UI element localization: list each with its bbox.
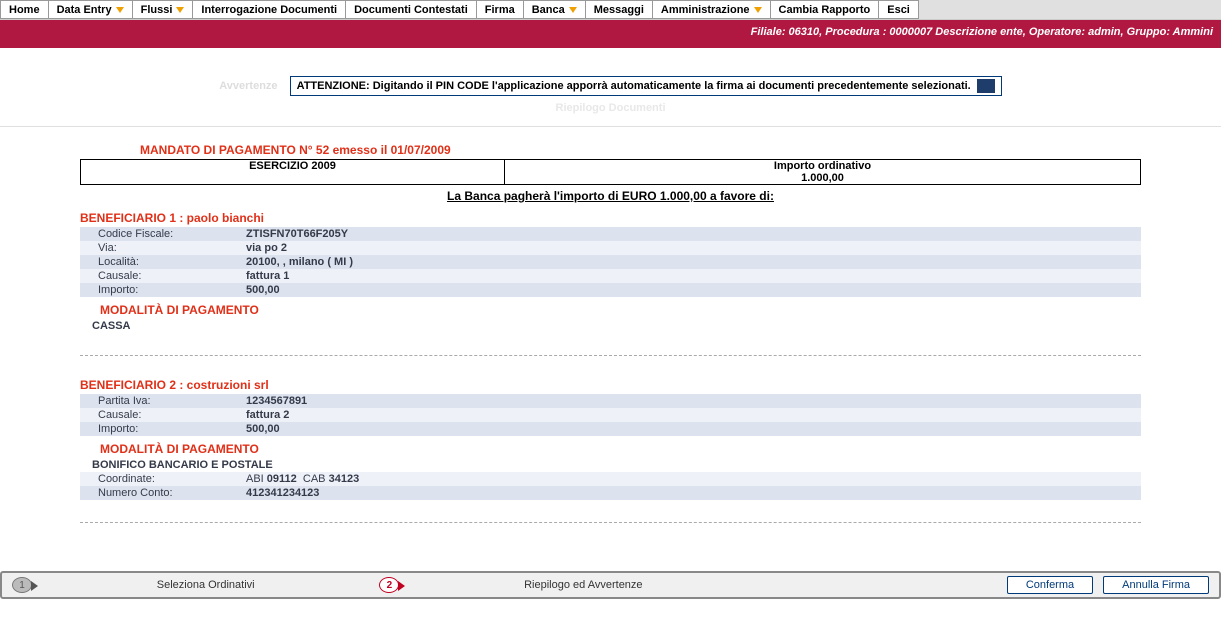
cancel-button[interactable]: Annulla Firma bbox=[1103, 576, 1209, 594]
modalita-pagamento-1: CASSA bbox=[80, 319, 1141, 333]
menu-data-entry[interactable]: Data Entry bbox=[49, 0, 133, 19]
divider bbox=[0, 126, 1221, 127]
info-icon bbox=[977, 79, 995, 93]
menu-esci[interactable]: Esci bbox=[879, 0, 919, 19]
main-menubar: Home Data Entry Flussi Interrogazione Do… bbox=[0, 0, 1221, 20]
menu-flussi[interactable]: Flussi bbox=[133, 0, 194, 19]
step-2-badge: 2 bbox=[379, 577, 399, 593]
row-localita: Località:20100, , milano ( MI ) bbox=[80, 255, 1141, 269]
chevron-down-icon bbox=[754, 7, 762, 13]
alert-text: ATTENZIONE: Digitando il PIN CODE l'appl… bbox=[297, 80, 971, 92]
alert-label: Avvertenze bbox=[219, 80, 277, 92]
menu-messaggi[interactable]: Messaggi bbox=[586, 0, 653, 19]
beneficiario-1-header: BENEFICIARIO 1 : paolo bianchi bbox=[80, 211, 1141, 225]
menu-documenti-contestati[interactable]: Documenti Contestati bbox=[346, 0, 477, 19]
confirm-button[interactable]: Conferma bbox=[1007, 576, 1093, 594]
row-partita-iva: Partita Iva:1234567891 bbox=[80, 394, 1141, 408]
row-importo-2: Importo:500,00 bbox=[80, 422, 1141, 436]
menu-home[interactable]: Home bbox=[0, 0, 49, 19]
step-1[interactable]: 1 bbox=[12, 577, 32, 593]
step-2[interactable]: 2 bbox=[379, 577, 399, 593]
dashed-separator-bottom bbox=[80, 522, 1141, 523]
alert-row: Avvertenze ATTENZIONE: Digitando il PIN … bbox=[0, 76, 1221, 96]
beneficiario-1-details: Codice Fiscale:ZTISFN70T66F205Y Via:via … bbox=[80, 227, 1141, 297]
modalita-pagamento-2: BONIFICO BANCARIO E POSTALE Coordinate: … bbox=[80, 458, 1141, 500]
beneficiario-2-header: BENEFICIARIO 2 : costruzioni srl bbox=[80, 378, 1141, 392]
chevron-down-icon bbox=[569, 7, 577, 13]
alert-box: ATTENZIONE: Digitando il PIN CODE l'appl… bbox=[290, 76, 1002, 96]
menu-firma[interactable]: Firma bbox=[477, 0, 524, 19]
chevron-down-icon bbox=[116, 7, 124, 13]
dashed-separator bbox=[80, 355, 1141, 356]
menu-banca[interactable]: Banca bbox=[524, 0, 586, 19]
row-codice-fiscale: Codice Fiscale:ZTISFN70T66F205Y bbox=[80, 227, 1141, 241]
row-numero-conto: Numero Conto:412341234123 bbox=[80, 486, 1141, 500]
header-status-strip: Filiale: 06310, Procedura : 0000007 Desc… bbox=[0, 20, 1221, 48]
step-1-badge: 1 bbox=[12, 577, 32, 593]
row-importo: Importo:500,00 bbox=[80, 283, 1141, 297]
modalita-pagamento-1-header: MODALITÀ DI PAGAMENTO bbox=[100, 303, 1141, 317]
step-2-label: Riepilogo ed Avvertenze bbox=[524, 579, 642, 591]
beneficiario-2-details: Partita Iva:1234567891 Causale:fattura 2… bbox=[80, 394, 1141, 436]
importo-cell: Importo ordinativo 1.000,00 bbox=[505, 160, 1141, 185]
row-coordinate: Coordinate: ABI 09112 CAB 34123 bbox=[80, 472, 1141, 486]
header-status-text: Filiale: 06310, Procedura : 0000007 Desc… bbox=[751, 26, 1213, 38]
chevron-down-icon bbox=[176, 7, 184, 13]
row-causale: Causale:fattura 1 bbox=[80, 269, 1141, 283]
row-via: Via:via po 2 bbox=[80, 241, 1141, 255]
mandato-title: MANDATO DI PAGAMENTO N° 52 emesso il 01/… bbox=[140, 143, 1141, 157]
footer-steps: 1 Seleziona Ordinativi 2 Riepilogo ed Av… bbox=[0, 571, 1221, 599]
esercizio-cell: ESERCIZIO 2009 bbox=[81, 160, 505, 185]
subheading-dim: Riepilogo Documenti bbox=[0, 102, 1221, 114]
menu-interrogazione-documenti[interactable]: Interrogazione Documenti bbox=[193, 0, 346, 19]
menu-cambia-rapporto[interactable]: Cambia Rapporto bbox=[771, 0, 880, 19]
row-causale-2: Causale:fattura 2 bbox=[80, 408, 1141, 422]
summary-table: ESERCIZIO 2009 Importo ordinativo 1.000,… bbox=[80, 159, 1141, 185]
modalita-1-value: CASSA bbox=[80, 319, 1141, 333]
modalita-2-value: BONIFICO BANCARIO E POSTALE bbox=[80, 458, 1141, 472]
step-1-label: Seleziona Ordinativi bbox=[157, 579, 255, 591]
modalita-pagamento-2-header: MODALITÀ DI PAGAMENTO bbox=[100, 442, 1141, 456]
main-content: MANDATO DI PAGAMENTO N° 52 emesso il 01/… bbox=[0, 143, 1221, 523]
pay-line: La Banca pagherà l'importo di EURO 1.000… bbox=[80, 189, 1141, 203]
menu-amministrazione[interactable]: Amministrazione bbox=[653, 0, 771, 19]
